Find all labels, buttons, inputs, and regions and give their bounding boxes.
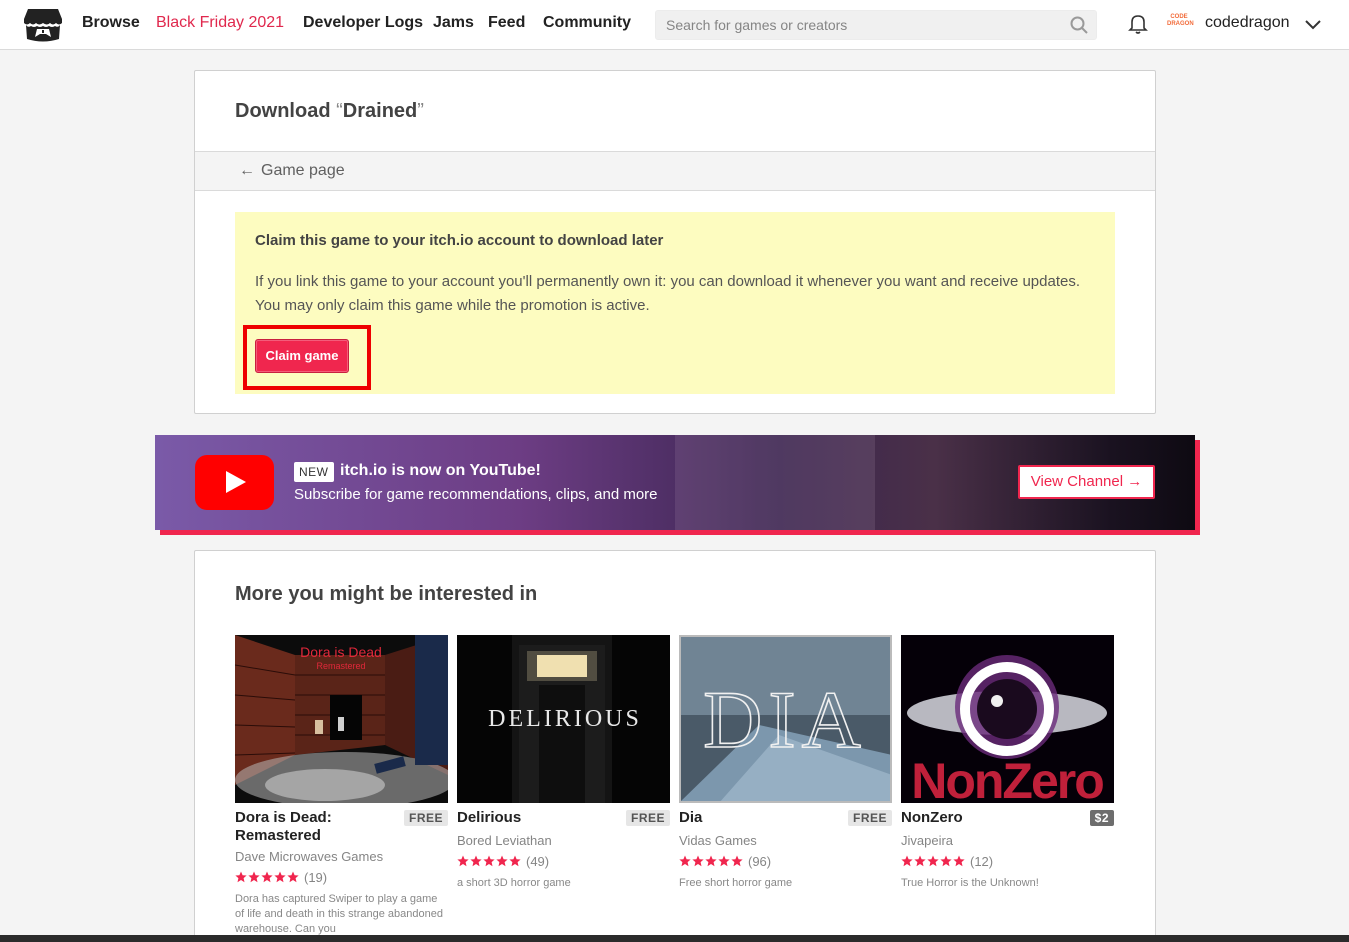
svg-text:DELIRIOUS: DELIRIOUS [488, 706, 642, 732]
youtube-banner[interactable]: NEW itch.io is now on YouTube! Subscribe… [155, 435, 1195, 530]
game-title[interactable]: Dia [679, 809, 839, 827]
new-badge: NEW [294, 462, 334, 482]
game-thumbnail[interactable]: DIA [679, 635, 892, 803]
game-card: DIA Dia FREE Vidas Games (96) Free short… [679, 635, 892, 891]
game-card: DELIRIOUS Delirious FREE Bored Leviathan… [457, 635, 670, 891]
game-description: Free short horror game [679, 877, 793, 889]
banner-subtitle: Subscribe for game recommendations, clip… [294, 486, 658, 503]
claim-heading: Claim this game to your itch.io account … [255, 232, 664, 249]
game-author[interactable]: Jivapeira [901, 833, 1114, 848]
recommendations-panel: More you might be interested in Dora is … [194, 550, 1156, 942]
page-title: Download “Drained” [235, 100, 424, 122]
nav-black-friday-2021[interactable]: Black Friday 2021 [156, 14, 284, 32]
svg-text:DIA: DIA [703, 674, 867, 765]
game-thumbnail[interactable]: DELIRIOUS [457, 635, 670, 803]
game-title[interactable]: Dora is Dead: Remastered [235, 809, 395, 845]
game-author[interactable]: Vidas Games [679, 833, 892, 848]
avatar[interactable]: CODE DRAGON [1167, 14, 1194, 34]
claim-game-button[interactable]: Claim game [255, 339, 349, 373]
game-author[interactable]: Dave Microwaves Games [235, 849, 448, 864]
game-page-link[interactable]: ← Game page [239, 162, 345, 180]
top-navigation-bar: Browse Black Friday 2021 Developer Logs … [0, 0, 1349, 50]
game-rating: (49) [457, 853, 670, 869]
svg-text:Dora is Dead: Dora is Dead [300, 644, 382, 660]
game-rating: (19) [235, 869, 448, 885]
download-panel: Download “Drained” ← Game page Claim this… [194, 70, 1156, 414]
game-rating: (12) [901, 853, 1114, 869]
view-channel-button[interactable]: View Channel → [1018, 465, 1155, 499]
bottom-edge [0, 935, 1349, 942]
game-author[interactable]: Bored Leviathan [457, 833, 670, 848]
nav-feed[interactable]: Feed [488, 14, 525, 32]
price-badge: FREE [403, 810, 448, 826]
nav-developer-logs[interactable]: Developer Logs [303, 14, 423, 32]
search-box [655, 10, 1097, 40]
rating-count: (19) [304, 869, 328, 885]
nav-community[interactable]: Community [543, 14, 631, 32]
game-description: True Horror is the Unknown! [901, 877, 1039, 889]
game-card: Dora is Dead Remastered Dora is Dead: Re… [235, 635, 448, 937]
svg-text:Remastered: Remastered [316, 661, 365, 671]
claim-description: If you link this game to your account yo… [255, 273, 1080, 314]
game-thumbnail[interactable]: NonZero [901, 635, 1114, 803]
svg-text:NonZero: NonZero [911, 753, 1103, 803]
username[interactable]: codedragon [1205, 14, 1290, 32]
star-rating-icon [679, 855, 744, 867]
rating-count: (49) [526, 853, 550, 869]
youtube-logo-icon [195, 455, 274, 510]
arrow-left-icon: ← [239, 162, 255, 179]
nav-jams[interactable]: Jams [433, 14, 474, 32]
price-badge: FREE [847, 810, 892, 826]
price-badge: FREE [625, 810, 670, 826]
search-icon[interactable] [1070, 16, 1088, 34]
game-title[interactable]: Delirious [457, 809, 617, 827]
star-rating-icon [901, 855, 966, 867]
itch-logo-icon[interactable] [24, 7, 62, 43]
price-badge: $2 [1089, 810, 1114, 826]
search-input[interactable] [656, 11, 1056, 39]
game-description: Dora has captured Swiper to play a game … [235, 893, 443, 935]
game-name: Drained [342, 100, 418, 122]
recommendations-heading: More you might be interested in [235, 583, 538, 605]
sub-navigation: ← Game page [195, 151, 1155, 191]
game-card: NonZero NonZero $2 Jivapeira (12) True H… [901, 635, 1114, 891]
game-thumbnail[interactable]: Dora is Dead Remastered [235, 635, 448, 803]
game-description: a short 3D horror game [457, 877, 571, 889]
game-title[interactable]: NonZero [901, 809, 1061, 827]
game-rating: (96) [679, 853, 892, 869]
claim-notice: Claim this game to your itch.io account … [235, 212, 1115, 394]
chevron-down-icon[interactable] [1304, 16, 1322, 32]
rating-count: (12) [970, 853, 994, 869]
star-rating-icon [235, 871, 300, 883]
rating-count: (96) [748, 853, 772, 869]
notification-bell-icon[interactable] [1128, 13, 1148, 35]
banner-title: itch.io is now on YouTube! [340, 462, 541, 479]
nav-browse[interactable]: Browse [82, 14, 140, 32]
star-rating-icon [457, 855, 522, 867]
